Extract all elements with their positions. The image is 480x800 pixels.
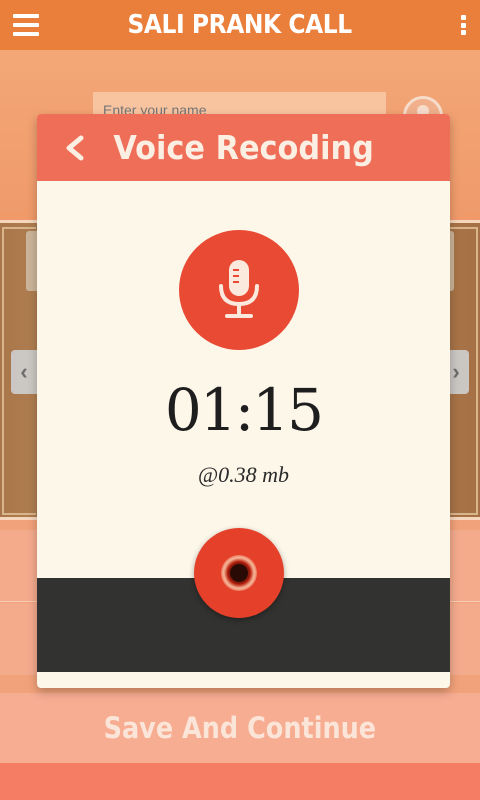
more-vertical-icon[interactable] [460,15,466,35]
dialog-header: Voice Recoding [37,114,450,181]
microphone-icon [219,260,259,318]
dialog-title: Voice Recoding [113,128,374,167]
file-size-label: @0.38 mb [197,462,290,487]
bottom-strip [0,763,480,800]
carousel-prev-button[interactable]: ‹ [11,350,37,394]
record-button[interactable] [194,528,284,618]
app-title: SALI PRANK CALL [127,10,353,40]
save-and-continue-button[interactable]: Save And Continue [0,693,480,763]
hamburger-menu-icon[interactable] [13,14,39,36]
recording-timer: 01:15 [164,376,324,444]
record-icon [221,555,257,591]
save-button-label: Save And Continue [103,711,377,745]
voice-recording-dialog: Voice Recoding 01:15 @0.38 mb [37,114,450,688]
app-bar: SALI PRANK CALL [0,0,480,50]
microphone-button[interactable] [179,230,299,350]
chevron-left-icon[interactable] [59,134,89,162]
